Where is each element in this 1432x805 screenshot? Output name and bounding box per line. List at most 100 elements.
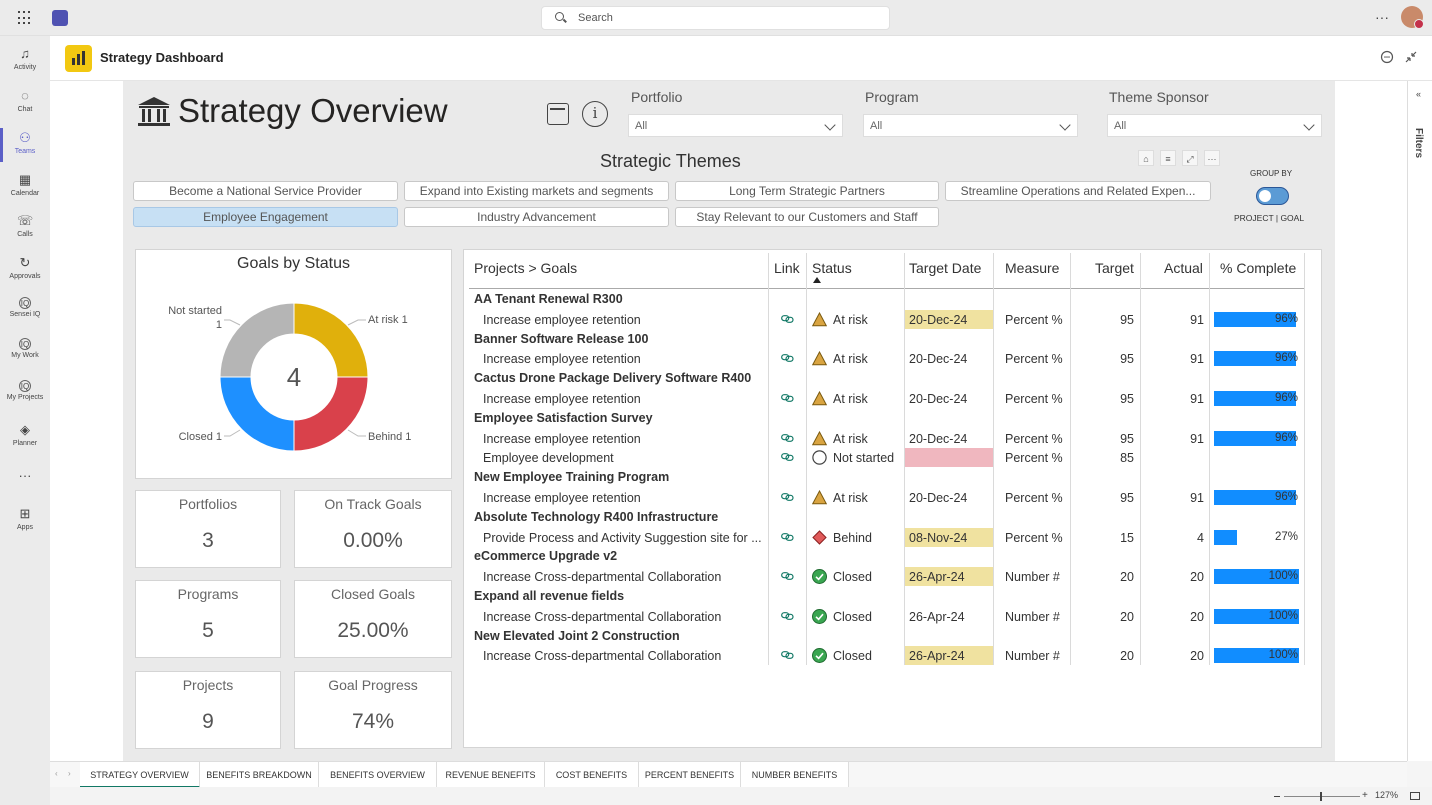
pin-icon[interactable]: ⌂ (1138, 150, 1154, 166)
goal-name[interactable]: Increase employee retention (483, 491, 763, 505)
donut-slice-behind[interactable] (293, 376, 369, 452)
more-options-icon[interactable]: ··· (1375, 9, 1389, 25)
tab-strategy-overview[interactable]: STRATEGY OVERVIEW (80, 762, 200, 788)
goal-name[interactable]: Increase Cross-departmental Collaboratio… (483, 570, 763, 584)
column-header[interactable]: Target Date (909, 260, 981, 276)
project-name[interactable]: New Employee Training Program (474, 470, 669, 484)
tab-benefits-breakdown[interactable]: BENEFITS BREAKDOWN (200, 762, 319, 788)
link-icon[interactable] (781, 611, 794, 620)
rail-item-teams[interactable]: ⚇ Teams (0, 126, 50, 164)
link-icon[interactable] (781, 532, 794, 541)
column-header[interactable]: Target (1095, 260, 1134, 276)
project-name[interactable]: Expand all revenue fields (474, 589, 624, 603)
goal-name[interactable]: Increase employee retention (483, 432, 763, 446)
status-text: At risk (833, 392, 868, 406)
tab-percent-benefits[interactable]: PERCENT BENEFITS (639, 762, 741, 788)
link-icon[interactable] (781, 433, 794, 442)
portfolio-slicer[interactable]: All (628, 114, 843, 137)
theme-button[interactable]: Long Term Strategic Partners (675, 181, 939, 201)
rail-item-planner[interactable]: ◈ Planner (0, 418, 50, 456)
link-icon[interactable] (781, 493, 794, 501)
zoom-in-icon[interactable]: + (1362, 790, 1368, 801)
rail-item-my-work[interactable]: IQ My Work (0, 334, 50, 372)
zoom-out-icon[interactable] (1274, 796, 1280, 797)
goal-name[interactable]: Increase employee retention (483, 352, 763, 366)
tab-revenue-benefits[interactable]: REVENUE BENEFITS (437, 762, 545, 788)
link-icon[interactable] (781, 651, 794, 660)
donut-slice-at-risk[interactable] (293, 302, 369, 378)
theme-button[interactable]: Industry Advancement (404, 207, 669, 227)
avatar[interactable] (1401, 6, 1424, 29)
rail-item-sensei-iq[interactable]: IQ Sensei IQ (0, 293, 50, 331)
link-icon[interactable] (781, 453, 794, 462)
tab-number-benefits[interactable]: NUMBER BENEFITS (741, 762, 849, 788)
project-name[interactable]: Absolute Technology R400 Infrastructure (474, 510, 718, 524)
link-icon[interactable] (781, 314, 794, 323)
filters-pane[interactable]: « (1407, 81, 1432, 761)
fit-page-icon[interactable] (1410, 792, 1420, 800)
donut-slice-closed[interactable] (219, 376, 295, 452)
zoom-slider[interactable] (1284, 796, 1360, 797)
rail-item-calls[interactable]: ☏ Calls (0, 209, 50, 247)
tab-cost-benefits[interactable]: COST BENEFITS (545, 762, 639, 788)
link-icon[interactable] (781, 354, 794, 363)
more-options-icon[interactable]: ··· (1204, 150, 1220, 166)
goal-name[interactable]: Increase Cross-departmental Collaboratio… (483, 649, 763, 663)
rail-item-calendar[interactable]: ▦ Calendar (0, 168, 50, 206)
program-slicer[interactable]: All (863, 114, 1078, 137)
goal-name[interactable]: Increase employee retention (483, 392, 763, 406)
goal-name[interactable]: Increase employee retention (483, 313, 763, 327)
info-icon[interactable]: i (582, 101, 608, 127)
theme-sponsor-slicer-value: All (1114, 120, 1127, 132)
theme-button[interactable]: Employee Engagement (133, 207, 398, 227)
column-header[interactable]: Projects > Goals (474, 260, 577, 276)
project-name[interactable]: Cactus Drone Package Delivery Software R… (474, 371, 751, 385)
filters-label[interactable]: Filters (1413, 128, 1424, 158)
project-name[interactable]: eCommerce Upgrade v2 (474, 549, 617, 563)
theme-button[interactable]: Expand into Existing markets and segment… (404, 181, 669, 201)
theme-button[interactable]: Stay Relevant to our Customers and Staff (675, 207, 939, 227)
goal-name[interactable]: Increase Cross-departmental Collaboratio… (483, 610, 763, 624)
group-by-toggle[interactable] (1256, 187, 1289, 205)
column-header[interactable]: % Complete (1220, 260, 1296, 276)
donut-slice-not-started[interactable] (219, 302, 295, 378)
link-icon[interactable] (781, 394, 794, 402)
column-header[interactable]: Measure (1005, 260, 1059, 276)
sort-ascending-icon[interactable] (813, 277, 821, 283)
conversation-icon[interactable] (1380, 50, 1394, 67)
theme-button[interactable]: Streamline Operations and Related Expen.… (945, 181, 1211, 201)
tab-scroll-left-icon[interactable]: ‹ (55, 769, 58, 778)
rail-item-apps[interactable]: ⊞ Apps (0, 502, 50, 540)
tab-benefits-overview[interactable]: BENEFITS OVERVIEW (319, 762, 437, 788)
project-name[interactable]: AA Tenant Renewal R300 (474, 292, 623, 306)
rail-item-more[interactable]: ··· (0, 464, 50, 502)
actual-value: 20 (1190, 570, 1204, 585)
theme-sponsor-slicer[interactable]: All (1107, 114, 1322, 137)
goal-name[interactable]: Employee development (483, 451, 763, 465)
project-name[interactable]: New Elevated Joint 2 Construction (474, 629, 680, 643)
rail-item-label: Calendar (10, 190, 40, 197)
app-launcher-icon[interactable] (18, 11, 32, 25)
search-input[interactable]: Search (541, 6, 890, 30)
tab-scroll-right-icon[interactable]: › (68, 769, 71, 778)
project-name[interactable]: Banner Software Release 100 (474, 332, 648, 346)
focus-mode-icon[interactable]: ⤢ (1182, 150, 1198, 166)
collapse-icon[interactable] (1404, 50, 1418, 67)
calendar-refresh-icon[interactable] (547, 103, 569, 125)
project-name[interactable]: Employee Satisfaction Survey (474, 411, 653, 425)
goal-name[interactable]: Provide Process and Activity Suggestion … (483, 531, 763, 545)
rail-item-activity[interactable]: ♫ Activity (0, 42, 50, 80)
rail-item-chat[interactable]: ◌ Chat (0, 84, 50, 122)
collapse-filters-icon[interactable]: « (1416, 89, 1421, 99)
zoom-slider-handle[interactable] (1320, 792, 1322, 801)
filter-icon[interactable]: ≡ (1160, 150, 1176, 166)
donut-data-label: Not started (168, 305, 222, 317)
link-icon[interactable] (781, 572, 794, 581)
rail-item-my-projects[interactable]: IQ My Projects (0, 376, 50, 414)
theme-button[interactable]: Become a National Service Provider (133, 181, 398, 201)
column-header[interactable]: Link (774, 260, 800, 276)
column-header[interactable]: Actual (1164, 260, 1203, 276)
target-value: 20 (1120, 649, 1134, 664)
rail-item-approvals[interactable]: ↻ Approvals (0, 251, 50, 289)
column-header[interactable]: Status (812, 260, 852, 276)
